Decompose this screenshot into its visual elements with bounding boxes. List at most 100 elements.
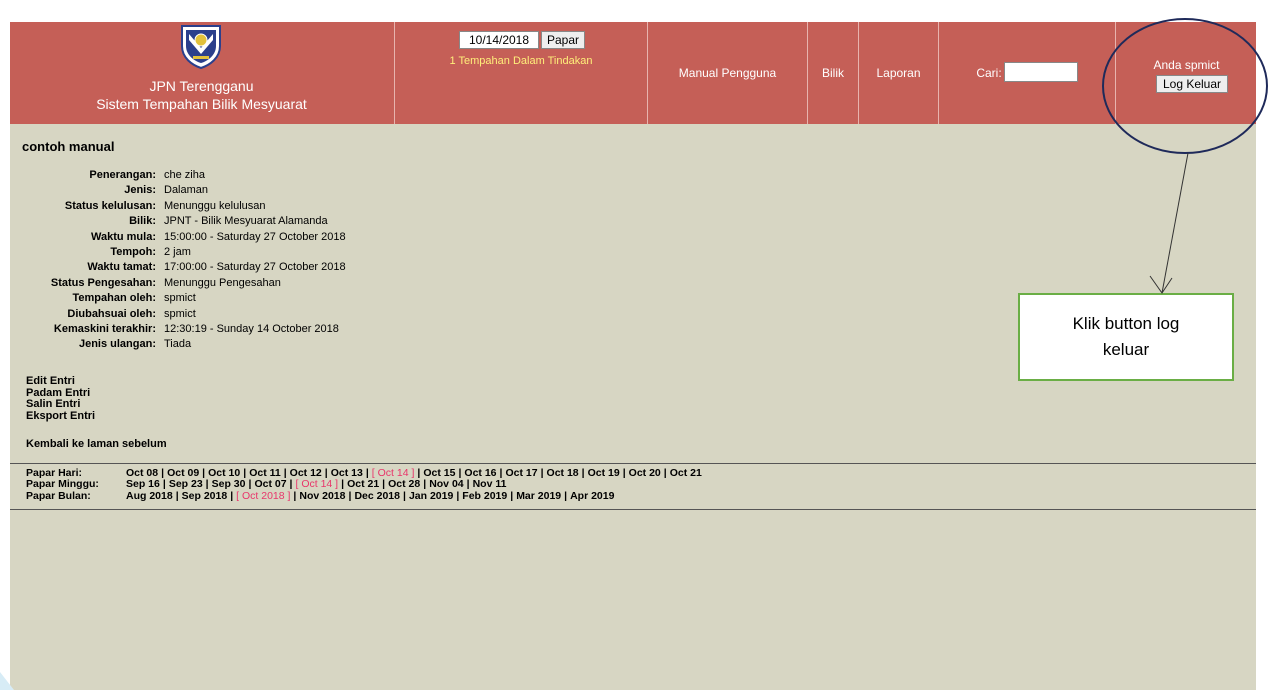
nav-link-current[interactable]: [ Oct 2018 ] <box>236 490 290 502</box>
nav-separator: | <box>423 478 427 491</box>
divider <box>10 463 1256 464</box>
nav-separator: | <box>175 489 179 502</box>
detail-value: JPNT - Bilik Mesyuarat Alamanda <box>164 215 328 228</box>
detail-row: Diubahsuai oleh: spmict <box>10 307 346 322</box>
nav-link[interactable]: Aug 2018 <box>126 490 173 502</box>
detail-value: 2 jam <box>164 245 191 258</box>
nav-separator: | <box>248 478 252 491</box>
nav-link[interactable]: Jan 2019 <box>409 490 453 502</box>
nav-link[interactable]: Sep 23 <box>169 478 203 490</box>
nav-separator: | <box>382 478 386 491</box>
org-name: JPN Terengganu <box>149 78 254 94</box>
nav-separator: | <box>230 489 234 502</box>
papar-button[interactable]: Papar <box>541 31 585 49</box>
annotation-callout-text: Klik button log keluar <box>1072 314 1180 359</box>
nav-separator: | <box>161 467 165 479</box>
detail-row: Bilik: JPNT - Bilik Mesyuarat Alamanda <box>10 214 346 229</box>
detail-label: Kemaskini terakhir: <box>53 322 156 335</box>
date-input[interactable] <box>459 31 539 49</box>
logout-button[interactable]: Log Keluar <box>1156 75 1228 93</box>
nav-link[interactable]: Oct 20 <box>629 467 661 479</box>
nav-link-current[interactable]: [ Oct 14 ] <box>372 467 415 479</box>
nav-link[interactable]: Oct 12 <box>290 467 322 479</box>
action-link[interactable]: Edit Entri <box>26 375 95 388</box>
nav-separator: | <box>622 467 626 479</box>
detail-row: Status Pengesahan: Menunggu Pengesahan <box>10 276 346 291</box>
nav-link[interactable]: Nov 2018 <box>299 490 345 502</box>
nav-link[interactable]: Oct 11 <box>249 467 281 479</box>
nav-link[interactable]: Oct 19 <box>588 467 620 479</box>
nav-separator: | <box>564 489 568 502</box>
nav-separator: | <box>293 489 297 502</box>
detail-value: Tiada <box>164 338 192 351</box>
back-link[interactable]: Kembali ke laman sebelum <box>26 438 167 450</box>
nav-link[interactable]: Nov 04 <box>429 478 463 490</box>
nav-link[interactable]: Apr 2019 <box>570 490 614 502</box>
nav-link[interactable]: Oct 21 <box>670 467 702 479</box>
action-link[interactable]: Eksport Entri <box>26 410 95 423</box>
detail-label: Waktu tamat: <box>87 261 156 274</box>
nav-link[interactable]: Feb 2019 <box>462 490 507 502</box>
date-picker-cell: Papar 1 Tempahan Dalam Tindakan <box>394 22 647 124</box>
search-input[interactable] <box>1003 62 1078 82</box>
nav-separator: | <box>324 467 328 479</box>
nav-link[interactable]: Oct 09 <box>167 467 199 479</box>
nav-link[interactable]: Oct 15 <box>423 467 455 479</box>
system-title: Sistem Tempahan Bilik Mesyuarat <box>96 96 307 112</box>
user-cell: Anda spmict Log Keluar <box>1115 22 1257 124</box>
nav-link[interactable]: Oct 17 <box>505 467 537 479</box>
detail-value: Dalaman <box>164 184 209 197</box>
detail-value: 17:00:00 - Saturday 27 October 2018 <box>164 261 346 274</box>
nav-link[interactable]: Sep 16 <box>126 478 160 490</box>
nav-separator: | <box>466 478 470 491</box>
nav-separator: | <box>365 467 369 479</box>
nav-link[interactable]: Oct 13 <box>331 467 363 479</box>
nav-link[interactable]: Oct 28 <box>388 478 420 490</box>
nav-link[interactable]: Dec 2018 <box>354 490 400 502</box>
nav-separator: | <box>205 478 209 491</box>
detail-row: Jenis ulangan: Tiada <box>10 337 346 352</box>
detail-label: Bilik: <box>129 215 156 228</box>
annotation-callout-box: Klik button log keluar <box>1018 293 1234 381</box>
nav-link[interactable]: Oct 18 <box>547 467 579 479</box>
nav-link[interactable]: Sep 30 <box>212 478 246 490</box>
nav-link[interactable]: Mar 2019 <box>516 490 561 502</box>
nav-separator: | <box>162 478 166 491</box>
nav-separator: | <box>458 467 462 479</box>
nav-link[interactable]: Oct 21 <box>347 478 379 490</box>
detail-value: Menunggu kelulusan <box>164 199 266 212</box>
detail-label: Jenis ulangan: <box>78 338 156 351</box>
detail-label: Tempahan oleh: <box>72 292 156 305</box>
nav-laporan-label: Laporan <box>876 66 921 80</box>
brand-cell[interactable]: JPN Terengganu Sistem Tempahan Bilik Mes… <box>10 22 393 124</box>
corner-decoration <box>0 672 14 690</box>
nav-link[interactable]: Oct 08 <box>126 467 158 479</box>
nav-separator: | <box>663 467 667 479</box>
detail-value: 12:30:19 - Sunday 14 October 2018 <box>164 322 339 335</box>
detail-row: Waktu mula: 15:00:00 - Saturday 27 Octobe… <box>10 230 346 245</box>
nav-manual-label: Manual Pengguna <box>678 66 777 80</box>
nav-link-current[interactable]: [ Oct 14 ] <box>296 478 339 490</box>
header-banner: JPN Terengganu Sistem Tempahan Bilik Mes… <box>10 22 1256 124</box>
nav-link[interactable]: Sep 2018 <box>182 490 228 502</box>
nav-separator: | <box>283 467 287 479</box>
nav-bilik[interactable]: Bilik <box>807 22 858 124</box>
pending-bookings-link[interactable]: 1 Tempahan Dalam Tindakan <box>395 55 647 67</box>
nav-separator: | <box>540 467 544 479</box>
nav-link[interactable]: Oct 16 <box>464 467 496 479</box>
nav-separator: | <box>417 467 421 479</box>
detail-row: Status kelulusan: Menunggu kelulusan <box>10 199 346 214</box>
nav-separator: | <box>202 467 206 479</box>
nav-link[interactable]: Nov 11 <box>473 478 507 490</box>
nav-manual-pengguna[interactable]: Manual Pengguna <box>647 22 807 124</box>
nav-separator: | <box>403 489 406 502</box>
nav-link[interactable]: Oct 07 <box>254 478 286 490</box>
nav-separator: | <box>289 478 293 491</box>
search-label: Cari: <box>976 66 1002 80</box>
nav-laporan[interactable]: Laporan <box>858 22 938 124</box>
detail-label: Jenis: <box>124 184 156 197</box>
nav-row-bulan: Papar Bulan: Aug 2018 | Sep 2018 |[ Oct 2018… <box>26 489 702 502</box>
detail-value: spmict <box>164 292 196 305</box>
nav-link[interactable]: Oct 10 <box>208 467 240 479</box>
entry-details: Penerangan: che ziha Jenis: Dalaman Status k… <box>10 168 346 353</box>
